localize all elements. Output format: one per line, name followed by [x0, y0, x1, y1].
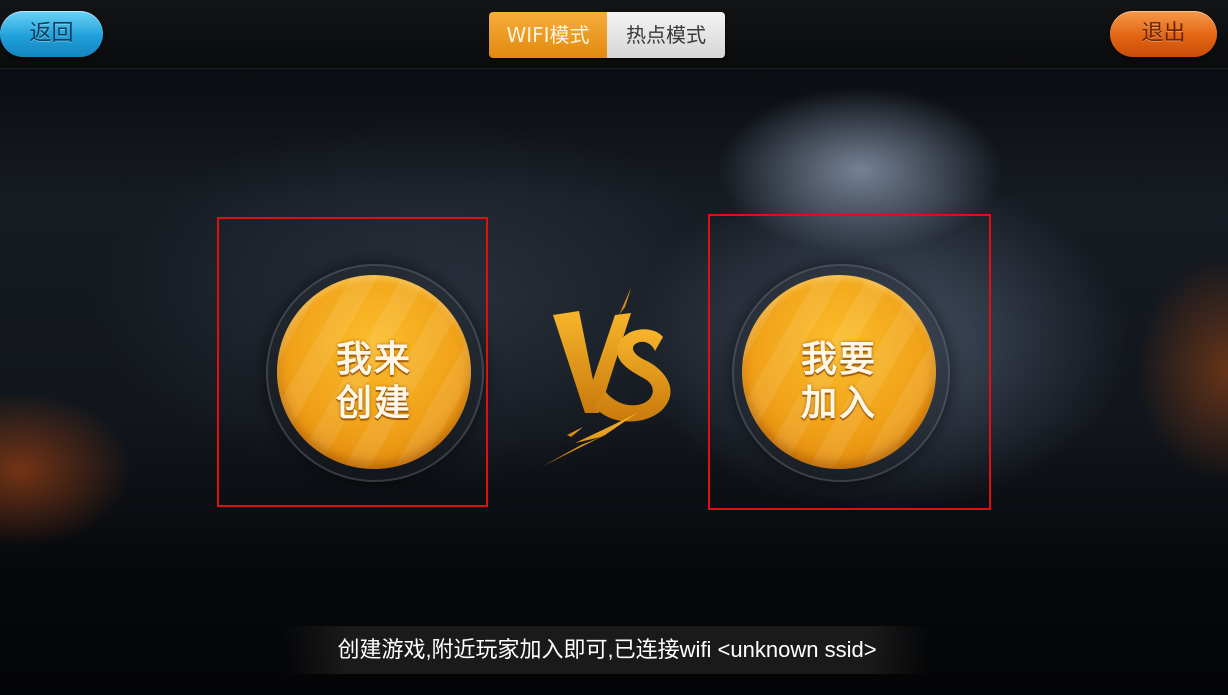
tab-hotspot-mode[interactable]: 热点模式: [607, 12, 725, 58]
exit-button[interactable]: 退出: [1110, 11, 1217, 57]
status-message: 创建游戏,附近玩家加入即可,已连接wifi <unknown ssid>: [283, 626, 931, 674]
vs-emblem-icon: [543, 288, 671, 466]
top-bar: 返回 WIFI模式 热点模式 退出: [0, 0, 1228, 69]
tab-wifi-mode[interactable]: WIFI模式: [489, 12, 607, 58]
mode-tabs: WIFI模式 热点模式: [489, 12, 725, 58]
join-highlight-box: [708, 214, 991, 510]
create-highlight-box: [217, 217, 488, 507]
back-button[interactable]: 返回: [0, 11, 103, 57]
